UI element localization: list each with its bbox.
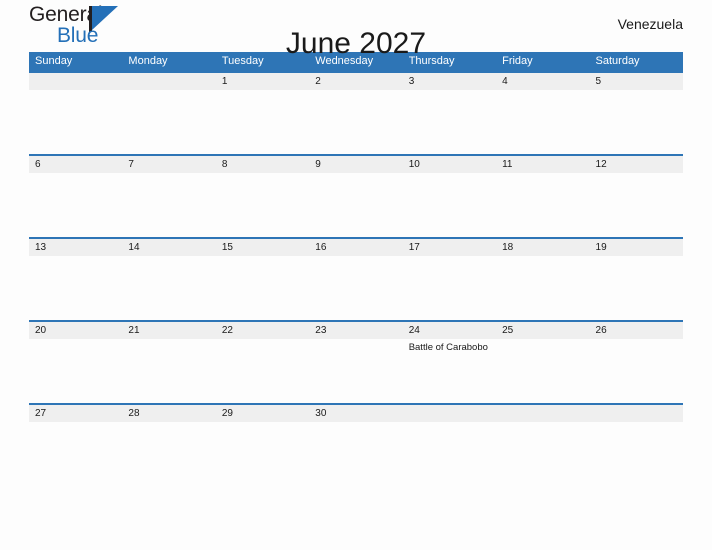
page-title: June 2027 (285, 27, 427, 61)
day-cell[interactable]: Battle of Carabobo (403, 339, 496, 403)
day-cell[interactable] (309, 339, 402, 403)
day-number[interactable]: 25 (496, 322, 589, 339)
day-cell[interactable] (403, 90, 496, 154)
day-number[interactable]: 19 (590, 239, 683, 256)
day-number[interactable]: 17 (403, 239, 496, 256)
calendar-week-row: 6 7 8 9 10 11 12 (29, 154, 683, 237)
day-number[interactable]: 5 (590, 73, 683, 90)
week-event-band (29, 90, 683, 154)
day-cell[interactable] (216, 173, 309, 237)
day-number[interactable]: 10 (403, 156, 496, 173)
day-number[interactable]: 9 (309, 156, 402, 173)
day-number[interactable]: 23 (309, 322, 402, 339)
day-cell[interactable] (122, 90, 215, 154)
day-cell[interactable] (590, 422, 683, 444)
day-cell[interactable] (29, 173, 122, 237)
day-cell[interactable] (496, 173, 589, 237)
day-number[interactable]: 27 (29, 405, 122, 422)
day-number[interactable] (403, 405, 496, 422)
calendar-week-row: 13 14 15 16 17 18 19 (29, 237, 683, 320)
calendar-week-row: 20 21 22 23 24 25 26 Battle of Carabobo (29, 320, 683, 403)
day-cell[interactable] (29, 339, 122, 403)
day-number[interactable]: 11 (496, 156, 589, 173)
day-number[interactable]: 24 (403, 322, 496, 339)
day-cell[interactable] (590, 256, 683, 320)
calendar-week-row: 1 2 3 4 5 (29, 71, 683, 154)
week-event-band (29, 173, 683, 237)
day-cell[interactable] (122, 339, 215, 403)
week-date-band: 20 21 22 23 24 25 26 (29, 320, 683, 339)
day-number[interactable]: 26 (590, 322, 683, 339)
day-cell[interactable] (29, 422, 122, 444)
week-event-band (29, 256, 683, 320)
calendar-grid: Sunday Monday Tuesday Wednesday Thursday… (29, 52, 683, 444)
day-cell[interactable] (403, 173, 496, 237)
day-number[interactable]: 15 (216, 239, 309, 256)
day-number[interactable]: 3 (403, 73, 496, 90)
day-cell[interactable] (216, 256, 309, 320)
day-number[interactable] (496, 405, 589, 422)
day-cell[interactable] (309, 422, 402, 444)
week-date-band: 6 7 8 9 10 11 12 (29, 154, 683, 173)
day-number[interactable]: 1 (216, 73, 309, 90)
calendar-week-row: 27 28 29 30 (29, 403, 683, 444)
day-cell[interactable] (216, 339, 309, 403)
day-number[interactable]: 18 (496, 239, 589, 256)
day-number[interactable]: 21 (122, 322, 215, 339)
day-cell[interactable] (29, 256, 122, 320)
day-number[interactable]: 8 (216, 156, 309, 173)
day-number[interactable]: 28 (122, 405, 215, 422)
day-number[interactable]: 16 (309, 239, 402, 256)
day-number[interactable] (122, 73, 215, 90)
day-cell[interactable] (496, 422, 589, 444)
week-event-band (29, 422, 683, 444)
day-number[interactable]: 22 (216, 322, 309, 339)
day-number[interactable]: 30 (309, 405, 402, 422)
day-number[interactable]: 6 (29, 156, 122, 173)
calendar-page: General Blue June 2027 Venezuela Sunday … (0, 0, 712, 550)
day-cell[interactable] (122, 173, 215, 237)
day-cell[interactable] (496, 256, 589, 320)
day-cell[interactable] (590, 339, 683, 403)
day-cell[interactable] (590, 173, 683, 237)
day-cell[interactable] (216, 90, 309, 154)
day-cell[interactable] (29, 90, 122, 154)
day-number[interactable]: 12 (590, 156, 683, 173)
day-number[interactable] (590, 405, 683, 422)
week-date-band: 13 14 15 16 17 18 19 (29, 237, 683, 256)
page-header: General Blue June 2027 Venezuela (29, 0, 683, 60)
day-number[interactable]: 14 (122, 239, 215, 256)
day-cell[interactable] (309, 173, 402, 237)
day-number[interactable]: 4 (496, 73, 589, 90)
day-cell[interactable] (590, 90, 683, 154)
day-number[interactable]: 20 (29, 322, 122, 339)
week-date-band: 27 28 29 30 (29, 403, 683, 422)
day-cell[interactable] (496, 339, 589, 403)
region-label: Venezuela (617, 16, 683, 32)
day-number[interactable] (29, 73, 122, 90)
day-number[interactable]: 29 (216, 405, 309, 422)
day-number[interactable]: 13 (29, 239, 122, 256)
week-event-band: Battle of Carabobo (29, 339, 683, 403)
day-cell[interactable] (309, 90, 402, 154)
day-cell[interactable] (403, 422, 496, 444)
day-cell[interactable] (216, 422, 309, 444)
day-number[interactable]: 2 (309, 73, 402, 90)
day-number[interactable]: 7 (122, 156, 215, 173)
day-cell[interactable] (122, 422, 215, 444)
day-event-battle-of-carabobo: Battle of Carabobo (408, 342, 488, 353)
day-cell[interactable] (122, 256, 215, 320)
day-cell[interactable] (309, 256, 402, 320)
week-date-band: 1 2 3 4 5 (29, 71, 683, 90)
day-cell[interactable] (496, 90, 589, 154)
day-cell[interactable] (403, 256, 496, 320)
